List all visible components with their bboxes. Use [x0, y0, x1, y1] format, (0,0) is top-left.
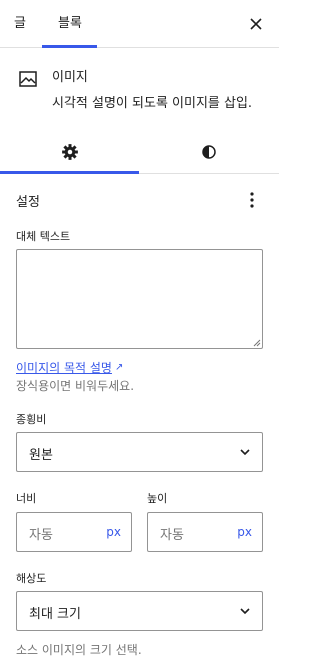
image-block-icon	[19, 71, 37, 87]
width-label: 너비	[16, 492, 37, 505]
external-link-icon: ↗	[115, 362, 124, 373]
chevron-down-icon	[240, 449, 250, 456]
aspect-ratio-label: 종횡비	[16, 413, 47, 426]
section-title: 설정	[16, 195, 40, 210]
active-tab-indicator	[42, 45, 97, 48]
height-input[interactable]: 자동 px	[147, 512, 263, 552]
more-vertical-icon	[250, 192, 254, 208]
active-subtab-indicator	[0, 171, 139, 174]
tab-settings[interactable]	[0, 130, 139, 174]
gear-icon	[61, 144, 78, 160]
width-unit-select[interactable]: px	[106, 525, 121, 539]
inspector-tabs	[0, 130, 279, 174]
resize-handle-icon[interactable]	[253, 339, 261, 347]
close-icon	[250, 18, 262, 30]
alt-text-label: 대체 텍스트	[16, 230, 71, 243]
alt-text-purpose-link[interactable]: 이미지의 목적 설명	[16, 359, 112, 376]
sidebar-tabs: 글 블록	[0, 0, 279, 48]
close-button[interactable]	[244, 12, 268, 36]
options-button[interactable]	[240, 188, 264, 212]
height-placeholder: 자동	[160, 528, 184, 543]
block-description: 시각적 설명이 되도록 이미지를 삽입.	[52, 96, 253, 111]
tab-styles[interactable]	[139, 130, 278, 174]
alt-text-help: 장식용이면 비워두세요.	[16, 379, 135, 393]
chevron-down-icon	[240, 608, 250, 615]
contrast-icon	[201, 145, 216, 159]
width-placeholder: 자동	[29, 528, 53, 543]
resolution-label: 해상도	[16, 572, 47, 585]
tab-block[interactable]: 블록	[58, 0, 82, 48]
resolution-select[interactable]: 최대 크기	[16, 591, 263, 631]
tab-post[interactable]: 글	[14, 0, 26, 48]
resolution-help: 소스 이미지의 크기 선택.	[16, 643, 142, 657]
height-unit-select[interactable]: px	[237, 525, 252, 539]
height-label: 높이	[147, 492, 168, 505]
block-card: 이미지 시각적 설명이 되도록 이미지를 삽입.	[0, 49, 279, 129]
aspect-ratio-value: 원본	[29, 448, 53, 463]
alt-text-input[interactable]	[16, 249, 263, 349]
block-title: 이미지	[52, 70, 88, 85]
aspect-ratio-select[interactable]: 원본	[16, 432, 263, 472]
width-input[interactable]: 자동 px	[16, 512, 132, 552]
resolution-value: 최대 크기	[29, 607, 81, 622]
